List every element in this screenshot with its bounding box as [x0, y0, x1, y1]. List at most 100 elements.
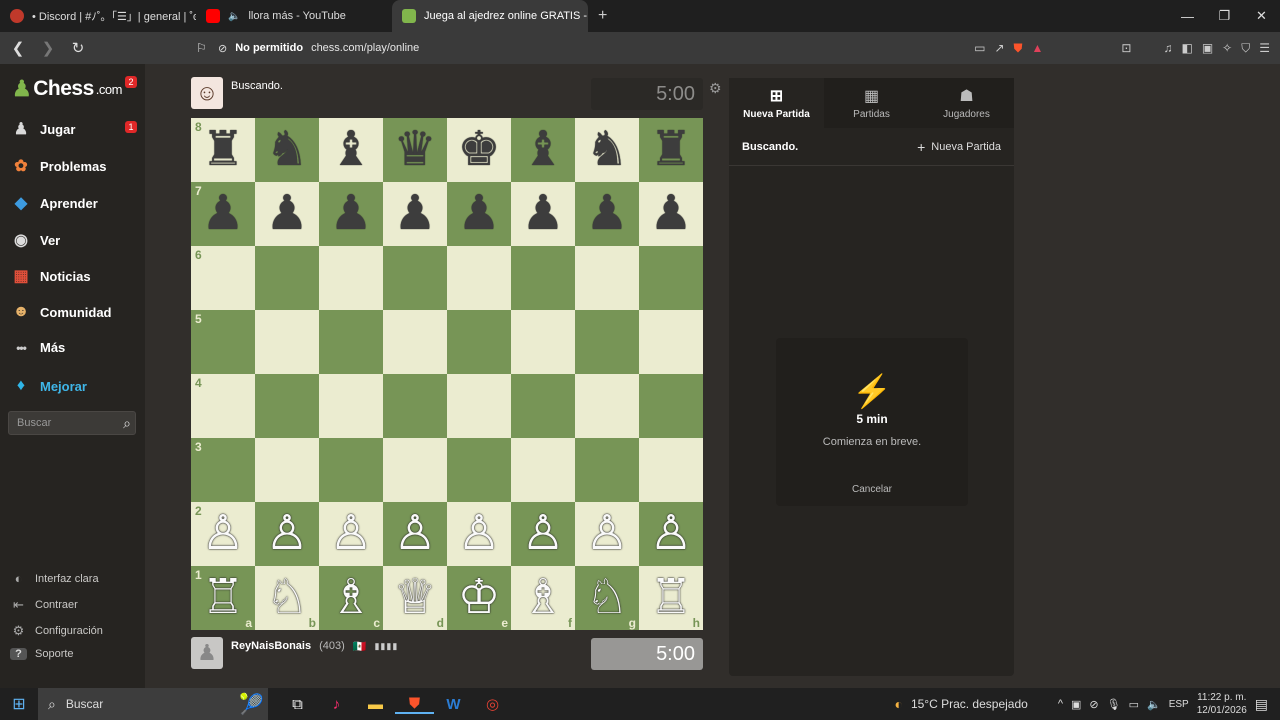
sidebar-item-comunidad[interactable]: ☻ Comunidad [10, 303, 112, 321]
square-e5[interactable] [447, 310, 511, 374]
network-icon[interactable]: ▭ [1129, 698, 1139, 711]
chess-piece-icon[interactable]: ♙ [201, 510, 244, 558]
square-g4[interactable] [575, 374, 639, 438]
sidebar-item-mejorar[interactable]: ♦ Mejorar [10, 377, 87, 395]
square-c4[interactable] [319, 374, 383, 438]
menu-icon[interactable]: ☰ [1259, 41, 1270, 55]
square-a1[interactable]: 1 a ♖ [191, 566, 255, 630]
music-icon[interactable]: ♫ [1163, 41, 1172, 55]
chess-piece-icon[interactable]: ♜ [649, 126, 692, 174]
square-d6[interactable] [383, 246, 447, 310]
square-a7[interactable]: 7 ♟ [191, 182, 255, 246]
square-e2[interactable]: ♙ [447, 502, 511, 566]
square-f1[interactable]: f ♗ [511, 566, 575, 630]
volume-icon[interactable]: 🔈 [1147, 698, 1161, 711]
cancel-button[interactable]: Cancelar [852, 484, 892, 495]
cast-icon[interactable]: ▭ [974, 41, 985, 55]
video-off-icon[interactable]: ⊘ [1089, 698, 1098, 711]
sidebar-item-mas[interactable]: ••• Más [10, 340, 65, 355]
square-a4[interactable]: 4 [191, 374, 255, 438]
new-game-link[interactable]: + Nueva Partida [917, 139, 1001, 155]
square-b6[interactable] [255, 246, 319, 310]
tray-chevron-icon[interactable]: ^ [1058, 698, 1063, 710]
tab-nueva-partida[interactable]: ⊞ Nueva Partida [729, 78, 824, 128]
chess-piece-icon[interactable]: ♚ [457, 126, 500, 174]
square-d4[interactable] [383, 374, 447, 438]
chess-piece-icon[interactable]: ♙ [585, 510, 628, 558]
square-e1[interactable]: e ♔ [447, 566, 511, 630]
square-e7[interactable]: ♟ [447, 182, 511, 246]
square-h8[interactable]: ♜ [639, 118, 703, 182]
close-window-icon[interactable]: ✕ [1243, 0, 1280, 32]
search-icon[interactable]: ⌕ [123, 415, 131, 432]
browser-tab-discord[interactable]: • Discord | #ﾉ˚｡「☰」| general | ˚ɞ˚☽˚. [0, 0, 196, 32]
wallet-icon[interactable]: ▣ [1202, 41, 1213, 55]
square-f2[interactable]: ♙ [511, 502, 575, 566]
square-b3[interactable] [255, 438, 319, 502]
brave-browser-icon[interactable]: ⛊ [395, 695, 434, 714]
square-c5[interactable] [319, 310, 383, 374]
square-a8[interactable]: 8 ♜ [191, 118, 255, 182]
notification-badge[interactable]: 2 [125, 76, 137, 88]
square-a5[interactable]: 5 [191, 310, 255, 374]
collapse-button[interactable]: ⇤ Contraer [10, 597, 78, 613]
board-settings-icon[interactable]: ⚙ [709, 80, 722, 97]
square-f4[interactable] [511, 374, 575, 438]
chess-piece-icon[interactable]: ♞ [265, 126, 308, 174]
square-d3[interactable] [383, 438, 447, 502]
weather-text[interactable]: 15°C Prac. despejado [911, 697, 1028, 711]
square-c3[interactable] [319, 438, 383, 502]
chess-piece-icon[interactable]: ♝ [521, 126, 564, 174]
chess-piece-icon[interactable]: ♖ [201, 574, 244, 622]
share-icon[interactable]: ↗ [994, 41, 1004, 55]
chess-piece-icon[interactable]: ♟ [329, 190, 372, 238]
square-h2[interactable]: ♙ [639, 502, 703, 566]
chess-logo[interactable]: ♟ Chess .com [12, 76, 122, 102]
reload-icon[interactable]: ↻ [66, 39, 90, 57]
tiktok-icon[interactable]: ♪ [317, 696, 356, 713]
square-g3[interactable] [575, 438, 639, 502]
square-g6[interactable] [575, 246, 639, 310]
square-g7[interactable]: ♟ [575, 182, 639, 246]
support-link[interactable]: ? Soporte [10, 648, 74, 660]
chess-piece-icon[interactable]: ♙ [521, 510, 564, 558]
player-avatar[interactable]: ♟ [191, 637, 223, 669]
url-text[interactable]: chess.com/play/online [311, 42, 419, 54]
square-h1[interactable]: h ♖ [639, 566, 703, 630]
square-d5[interactable] [383, 310, 447, 374]
square-c7[interactable]: ♟ [319, 182, 383, 246]
square-f6[interactable] [511, 246, 575, 310]
bookmark-icon[interactable]: ⚐ [196, 41, 207, 55]
square-h6[interactable] [639, 246, 703, 310]
tray-app-icon[interactable]: ▣ [1071, 698, 1081, 711]
opponent-avatar[interactable]: ☺ [191, 77, 223, 109]
sidebar-search-input[interactable]: Buscar ⌕ [8, 411, 136, 435]
square-b2[interactable]: ♙ [255, 502, 319, 566]
square-b5[interactable] [255, 310, 319, 374]
square-h3[interactable] [639, 438, 703, 502]
square-c6[interactable] [319, 246, 383, 310]
square-b8[interactable]: ♞ [255, 118, 319, 182]
language-indicator[interactable]: ESP [1169, 699, 1189, 710]
new-tab-button[interactable]: + [598, 7, 607, 25]
notifications-icon[interactable]: ▤ [1255, 696, 1268, 713]
chess-piece-icon[interactable]: ♙ [649, 510, 692, 558]
opera-gx-icon[interactable]: ◎ [473, 695, 512, 713]
chess-board[interactable]: 8 ♜ ♞ ♝ ♛ ♚ ♝ ♞ ♜ 7 ♟ ♟ ♟ ♟ ♟ ♟ ♟ ♟ 6 5 4 3 2 ♙ ♙ ♙ ♙ ♙ ♙ ♙ ♙ 1 a ♖ b ♘ c ♗ d ♕… [191, 118, 703, 630]
chess-piece-icon[interactable]: ♟ [585, 190, 628, 238]
square-b7[interactable]: ♟ [255, 182, 319, 246]
chess-piece-icon[interactable]: ♟ [393, 190, 436, 238]
chess-piece-icon[interactable]: ♛ [393, 126, 436, 174]
square-e6[interactable] [447, 246, 511, 310]
minimize-icon[interactable]: — [1169, 0, 1206, 32]
windows-start-icon[interactable]: ⊞ [0, 694, 38, 714]
chess-piece-icon[interactable]: ♝ [329, 126, 372, 174]
square-d8[interactable]: ♛ [383, 118, 447, 182]
square-e4[interactable] [447, 374, 511, 438]
square-e8[interactable]: ♚ [447, 118, 511, 182]
square-g1[interactable]: g ♘ [575, 566, 639, 630]
leo-ai-icon[interactable]: ✧ [1222, 41, 1232, 55]
chess-piece-icon[interactable]: ♟ [457, 190, 500, 238]
sidebar-item-jugar[interactable]: ♟ Jugar [10, 119, 76, 139]
tab-partidas[interactable]: ▦ Partidas [824, 78, 919, 128]
